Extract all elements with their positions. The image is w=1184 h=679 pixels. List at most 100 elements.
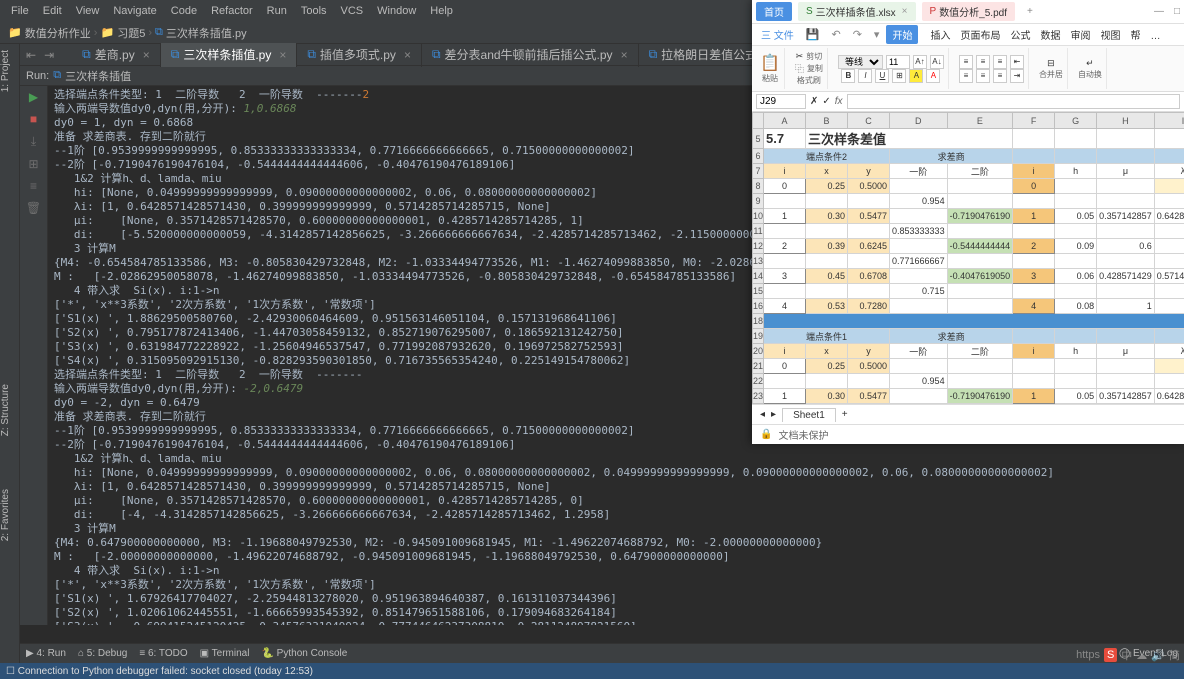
copy-icon[interactable]: ⿻ — [795, 62, 804, 75]
wps-menu-item[interactable]: 帮 — [1125, 31, 1145, 42]
bottom-tab[interactable]: ▶ 4: Run — [26, 648, 66, 659]
wps-file-tab[interactable]: S 三次样插条值.xlsx× — [798, 2, 916, 21]
cell-ref-input[interactable] — [756, 94, 806, 109]
sheet-nav-icon[interactable]: ▸ — [771, 409, 776, 420]
editor-tab[interactable]: ⧉插值多项式.py× — [297, 43, 422, 67]
down-icon[interactable]: ⤓ — [31, 134, 36, 149]
wrap-icon[interactable]: ↵ — [1086, 58, 1094, 69]
redo-icon[interactable]: ↷ — [848, 28, 867, 41]
tray-icon[interactable]: ☁ — [1136, 649, 1147, 662]
bottom-tab[interactable]: 🐍 Python Console — [261, 648, 347, 659]
tray-ime-icon[interactable]: 中 — [1121, 647, 1132, 663]
menu-file[interactable]: File — [4, 5, 36, 17]
menu-navigate[interactable]: Navigate — [106, 5, 163, 17]
collapse-icon[interactable]: ⇤ — [26, 48, 36, 62]
menu-help[interactable]: Help — [423, 5, 460, 17]
indent-l-icon[interactable]: ⇤ — [1010, 55, 1024, 69]
structure-tool[interactable]: Z: Structure — [0, 378, 11, 442]
cancel-fx-icon[interactable]: ✗ — [810, 96, 818, 107]
indent-r-icon[interactable]: ⇥ — [1010, 69, 1024, 83]
bottom-tab[interactable]: ⌂ 5: Debug — [78, 648, 127, 659]
menu-code[interactable]: Code — [164, 5, 204, 17]
cut-icon[interactable]: ✂ — [796, 51, 804, 62]
bottom-tab[interactable]: ▣ Terminal — [200, 648, 250, 659]
fx-icon[interactable]: fx — [835, 96, 843, 107]
editor-tab[interactable]: ⧉三次样条插值.py× — [161, 43, 298, 67]
tray-icon[interactable]: 🔊 — [1151, 649, 1165, 662]
wps-menu-item[interactable]: 插入 — [925, 31, 955, 42]
menu-vcs[interactable]: VCS — [334, 5, 371, 17]
fill-icon[interactable]: A — [909, 69, 923, 83]
tray-icon[interactable]: 简 — [1169, 647, 1180, 663]
layout-icon[interactable]: ⊞ — [28, 157, 38, 171]
bc-part-0[interactable]: 数值分析作业 — [25, 25, 91, 41]
wps-menu-item[interactable]: … — [1145, 31, 1165, 42]
favorites-tool[interactable]: 2: Favorites — [0, 483, 11, 547]
add-tab-icon[interactable]: + — [1021, 6, 1039, 17]
font-select[interactable]: 等线 — [838, 55, 883, 69]
align-bl-icon[interactable]: ≡ — [959, 69, 973, 83]
undo-icon[interactable]: ↶ — [826, 28, 845, 41]
menu-run[interactable]: Run — [260, 5, 294, 17]
align-tc-icon[interactable]: ≡ — [976, 55, 990, 69]
protect-icon[interactable]: 🔒 — [760, 429, 772, 440]
dec-font-icon[interactable]: A↓ — [930, 55, 944, 69]
wps-grid[interactable]: ABCDEFGHIJ55.7三次样条差值6端点条件2求差商7ixy一阶二阶ihμ… — [752, 112, 1184, 404]
bc-part-1[interactable]: 习题5 — [117, 25, 145, 41]
wps-menu-item[interactable]: 视图 — [1095, 31, 1125, 42]
bold-icon[interactable]: B — [841, 69, 855, 83]
trash-icon[interactable]: 🗑 — [26, 201, 41, 215]
formula-input[interactable] — [847, 94, 1180, 109]
border-icon[interactable]: ⊞ — [892, 69, 906, 83]
italic-icon[interactable]: I — [858, 69, 872, 83]
project-tool[interactable]: 1: Project — [0, 44, 11, 98]
more-icon[interactable]: ▾ — [869, 28, 885, 41]
bottom-tab[interactable]: ≡ 6: TODO — [139, 648, 187, 659]
wps-ribbon: 📋 粘贴 ✂剪切 ⿻复制 格式刷 等线 A↑ A↓ B I U ⊞ A A — [752, 46, 1184, 92]
max-icon[interactable]: □ — [1174, 6, 1180, 17]
close-icon[interactable]: × — [143, 48, 150, 62]
underline-icon[interactable]: U — [875, 69, 889, 83]
save-icon[interactable]: 💾 — [801, 28, 825, 41]
wps-menu-item[interactable]: 页面布局 — [955, 31, 1005, 42]
menu-window[interactable]: Window — [370, 5, 423, 17]
expand-icon[interactable]: ⇥ — [44, 48, 54, 62]
wps-pdf-tab[interactable]: P 数值分析_5.pdf — [922, 2, 1015, 21]
menu-refactor[interactable]: Refactor — [204, 5, 260, 17]
stop-icon[interactable]: ■ — [30, 112, 37, 126]
paste-icon[interactable]: 📋 — [760, 53, 780, 73]
min-icon[interactable]: — — [1154, 6, 1164, 17]
bc-part-2[interactable]: 三次样条插值.py — [166, 25, 247, 41]
wps-menu-item[interactable]: 审阅 — [1065, 31, 1095, 42]
bc-folder-icon: 📁 — [100, 26, 114, 39]
menu-edit[interactable]: Edit — [36, 5, 69, 17]
color-icon[interactable]: A — [926, 69, 940, 83]
accept-fx-icon[interactable]: ✓ — [822, 96, 830, 107]
add-sheet-icon[interactable]: + — [842, 409, 848, 420]
wps-start-tab[interactable]: 开始 — [886, 25, 918, 44]
editor-tab[interactable]: ⧉差商.py× — [72, 43, 161, 67]
align-tl-icon[interactable]: ≡ — [959, 55, 973, 69]
close-icon[interactable]: × — [279, 48, 286, 62]
print-icon[interactable]: ≡ — [30, 179, 37, 193]
wps-menu-item[interactable]: 公式 — [1005, 31, 1035, 42]
close-icon[interactable]: × — [621, 48, 628, 62]
sheet-tab[interactable]: Sheet1 — [782, 408, 836, 422]
editor-tab[interactable]: ⧉差分表and牛顿前插后插公式.py× — [422, 43, 639, 67]
sheet-nav-icon[interactable]: ◂ — [760, 409, 765, 420]
menu-view[interactable]: View — [69, 5, 107, 17]
wps-home-tab[interactable]: 首页 — [756, 2, 792, 21]
close-icon[interactable]: × — [404, 48, 411, 62]
wps-menu-item[interactable]: 数据 — [1035, 31, 1065, 42]
align-tr-icon[interactable]: ≡ — [993, 55, 1007, 69]
menu-tools[interactable]: Tools — [294, 5, 334, 17]
wps-file-menu[interactable]: 三 文件 — [756, 27, 799, 42]
align-bc-icon[interactable]: ≡ — [976, 69, 990, 83]
merge-icon[interactable]: ⊟ — [1047, 58, 1055, 69]
inc-font-icon[interactable]: A↑ — [913, 55, 927, 69]
rerun-icon[interactable]: ▶ — [29, 90, 38, 104]
tray-icon[interactable]: S — [1104, 648, 1117, 662]
close-icon[interactable]: × — [902, 6, 908, 17]
align-br-icon[interactable]: ≡ — [993, 69, 1007, 83]
font-size[interactable] — [886, 55, 910, 69]
